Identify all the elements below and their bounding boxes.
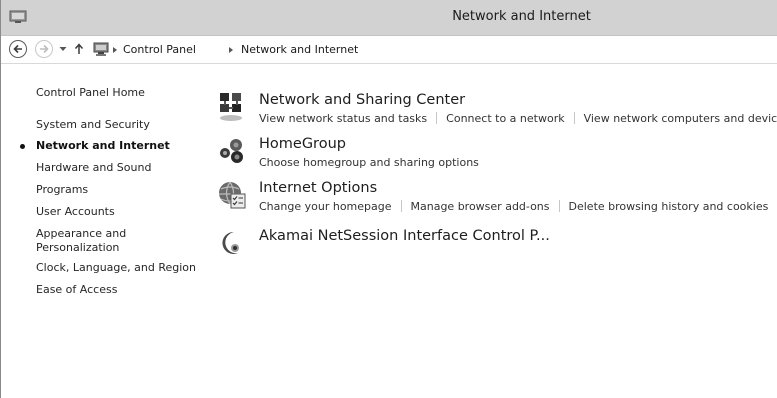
akamai-icon[interactable] [217, 228, 247, 258]
network-sharing-icon[interactable] [217, 92, 247, 122]
network-sharing-center-title[interactable]: Network and Sharing Center [259, 92, 465, 108]
control-panel-crumb-icon [93, 42, 109, 56]
nav-system-and-security[interactable]: System and Security [36, 118, 150, 132]
arrow-left-icon [13, 44, 22, 54]
homegroup-links: Choose homegroup and sharing options [259, 156, 479, 169]
nav-appearance-and[interactable]: Appearance and [36, 227, 126, 241]
link-divider [436, 112, 438, 124]
nav-hardware-and-sound[interactable]: Hardware and Sound [36, 161, 151, 175]
nav-programs[interactable]: Programs [36, 183, 88, 197]
nav-ease-of-access[interactable]: Ease of Access [36, 283, 117, 297]
link-divider [400, 200, 402, 212]
link-choose-homegroup[interactable]: Choose homegroup and sharing options [259, 156, 479, 169]
link-divider [573, 112, 575, 124]
forward-button[interactable] [35, 40, 53, 58]
link-change-homepage[interactable]: Change your homepage [259, 200, 392, 213]
breadcrumb-separator-icon[interactable] [113, 47, 117, 53]
control-panel-window: Network and Internet Control Panel Netwo… [0, 0, 777, 398]
internet-options-links: Change your homepage Manage browser add-o… [259, 200, 768, 213]
back-button[interactable] [9, 40, 27, 58]
nav-clock-language-region[interactable]: Clock, Language, and Region [36, 261, 196, 275]
akamai-netsession-title[interactable]: Akamai NetSession Interface Control P... [259, 228, 550, 244]
link-view-network-status[interactable]: View network status and tasks [259, 112, 427, 125]
nav-personalization[interactable]: Personalization [36, 241, 119, 255]
nav-network-and-internet[interactable]: Network and Internet [36, 139, 170, 153]
link-divider [558, 200, 560, 212]
breadcrumb-network-and-internet[interactable]: Network and Internet [241, 43, 358, 56]
title-bar: Network and Internet [1, 0, 777, 36]
nav-control-panel-home[interactable]: Control Panel Home [36, 86, 145, 100]
breadcrumb-control-panel[interactable]: Control Panel [123, 43, 196, 56]
recent-locations-chevron-icon[interactable] [59, 46, 67, 52]
internet-options-icon[interactable] [217, 180, 247, 210]
link-view-network-computers[interactable]: View network computers and devices [584, 112, 777, 125]
nav-user-accounts[interactable]: User Accounts [36, 205, 115, 219]
internet-options-title[interactable]: Internet Options [259, 180, 377, 196]
window-title: Network and Internet [452, 9, 591, 24]
arrow-right-icon [40, 44, 49, 54]
breadcrumb-separator-icon[interactable] [229, 47, 233, 53]
network-sharing-center-links: View network status and tasks Connect to … [259, 112, 777, 125]
homegroup-title[interactable]: HomeGroup [259, 136, 346, 152]
link-manage-addons[interactable]: Manage browser add-ons [411, 200, 550, 213]
link-connect-to-network[interactable]: Connect to a network [446, 112, 564, 125]
up-arrow-icon[interactable] [74, 43, 84, 55]
current-page-bullet [20, 144, 25, 149]
homegroup-icon[interactable] [217, 136, 247, 166]
address-bar: Control Panel Network and Internet [1, 36, 777, 64]
link-delete-browsing-history[interactable]: Delete browsing history and cookies [569, 200, 769, 213]
